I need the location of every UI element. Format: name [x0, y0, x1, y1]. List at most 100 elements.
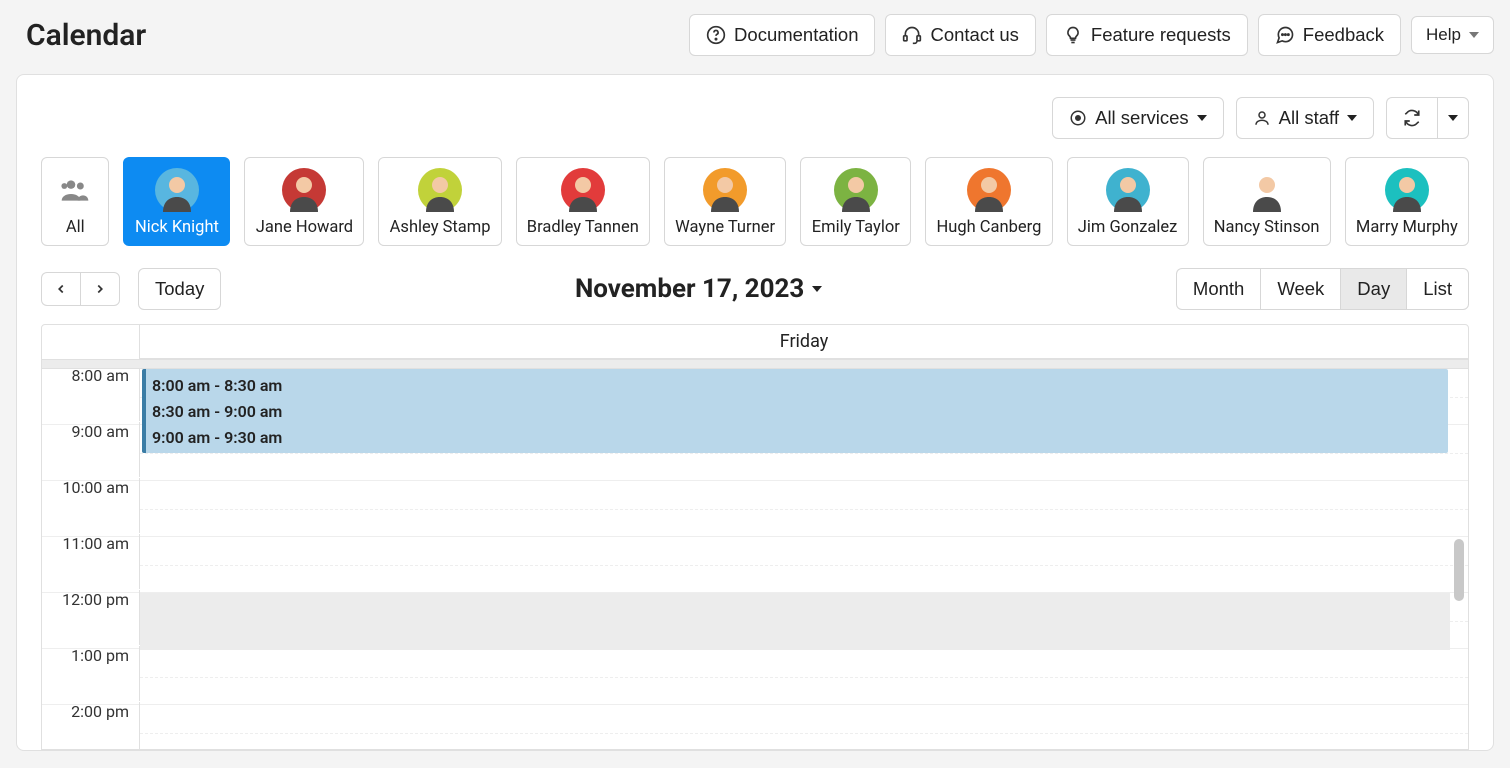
staff-card-marry-murphy[interactable]: Marry Murphy [1345, 157, 1469, 246]
nav-row: Today November 17, 2023 Month Week Day L… [41, 268, 1469, 310]
time-label: 9:00 am [42, 422, 140, 477]
lightbulb-icon [1063, 25, 1083, 45]
filter-row: All services All staff [41, 97, 1469, 139]
staff-card-all[interactable]: All [41, 157, 109, 246]
avatar [967, 168, 1011, 212]
avatar [1245, 168, 1289, 212]
view-week-button[interactable]: Week [1260, 268, 1340, 310]
staff-name: Bradley Tannen [527, 218, 639, 237]
view-switch: Month Week Day List [1176, 268, 1469, 310]
nav-arrows [41, 272, 120, 306]
view-day-button[interactable]: Day [1340, 268, 1406, 310]
avatar [834, 168, 878, 212]
calendar-grid: Friday 8:00 am9:00 am10:00 am11:00 am12:… [41, 324, 1469, 750]
avatar [703, 168, 747, 212]
chevron-left-icon [54, 282, 68, 296]
staff-name: Wayne Turner [675, 218, 775, 237]
help-button[interactable]: Help [1411, 16, 1494, 54]
staff-card-jim-gonzalez[interactable]: Jim Gonzalez [1067, 157, 1189, 246]
event-time-range: 8:00 am - 8:30 am [152, 373, 1442, 399]
view-month-button[interactable]: Month [1176, 268, 1260, 310]
caret-down-icon [812, 286, 822, 292]
staff-name: Nancy Stinson [1214, 218, 1320, 237]
staff-row: AllNick Knight Jane Howard Ashley Stamp Bra… [41, 157, 1469, 246]
prev-button[interactable] [41, 272, 80, 306]
grid-body[interactable]: 8:00 am9:00 am10:00 am11:00 am12:00 pm1:… [42, 369, 1468, 749]
caret-down-icon [1469, 32, 1479, 38]
feedback-button[interactable]: Feedback [1258, 14, 1401, 56]
refresh-split-group [1386, 97, 1469, 139]
event-block[interactable]: 8:00 am - 8:30 am8:30 am - 9:00 am9:00 a… [142, 369, 1448, 453]
staff-card-nick-knight[interactable]: Nick Knight [123, 157, 230, 246]
day-name: Friday [140, 325, 1468, 359]
time-col-header [42, 325, 140, 359]
target-icon [1069, 109, 1087, 127]
chevron-right-icon [93, 282, 107, 296]
time-label: 2:00 pm [42, 702, 140, 749]
staff-card-ashley-stamp[interactable]: Ashley Stamp [378, 157, 501, 246]
refresh-icon [1403, 109, 1421, 127]
nav-left: Today [41, 268, 221, 310]
staff-name: Hugh Canberg [936, 218, 1041, 237]
time-label: 1:00 pm [42, 646, 140, 701]
staff-name: Ashley Stamp [390, 218, 491, 237]
documentation-label: Documentation [734, 24, 858, 46]
help-label: Help [1426, 25, 1461, 45]
caret-down-icon [1347, 115, 1357, 121]
top-actions: Documentation Contact us Feature request… [689, 14, 1494, 56]
staff-card-wayne-turner[interactable]: Wayne Turner [664, 157, 786, 246]
avatar [418, 168, 462, 212]
staff-name: Jim Gonzalez [1078, 218, 1178, 237]
avatar [1385, 168, 1429, 212]
time-label: 10:00 am [42, 478, 140, 533]
view-list-label: List [1423, 278, 1452, 300]
events-layer: 8:00 am - 8:30 am8:30 am - 9:00 am9:00 a… [140, 369, 1450, 749]
time-label: 12:00 pm [42, 590, 140, 645]
page-title: Calendar [26, 18, 146, 53]
feature-label: Feature requests [1091, 24, 1231, 46]
top-bar: Calendar Documentation Contact us Featur… [16, 14, 1494, 56]
staff-filter-button[interactable]: All staff [1236, 97, 1374, 139]
staff-card-jane-howard[interactable]: Jane Howard [244, 157, 364, 246]
contact-button[interactable]: Contact us [885, 14, 1035, 56]
event-time-range: 8:30 am - 9:00 am [152, 399, 1442, 425]
today-button[interactable]: Today [138, 268, 221, 310]
view-week-label: Week [1277, 278, 1324, 300]
headset-icon [902, 25, 922, 45]
time-label: 11:00 am [42, 534, 140, 589]
avatar [561, 168, 605, 212]
staff-name: Marry Murphy [1356, 218, 1458, 237]
event-time-range: 9:00 am - 9:30 am [152, 425, 1442, 451]
staff-name: Emily Taylor [812, 218, 900, 237]
next-button[interactable] [80, 272, 120, 306]
staff-name: Jane Howard [256, 218, 353, 237]
view-month-label: Month [1193, 278, 1244, 300]
users-icon [53, 168, 97, 212]
main-card: All services All staff AllNick Knight Jan… [16, 74, 1494, 751]
avatar [155, 168, 199, 212]
scrollbar-thumb[interactable] [1454, 539, 1464, 601]
feature-button[interactable]: Feature requests [1046, 14, 1248, 56]
today-label: Today [155, 278, 204, 300]
time-label: 8:00 am [42, 369, 140, 421]
refresh-options-button[interactable] [1437, 97, 1469, 139]
staff-card-hugh-canberg[interactable]: Hugh Canberg [925, 157, 1052, 246]
staff-card-emily-taylor[interactable]: Emily Taylor [800, 157, 911, 246]
date-picker[interactable]: November 17, 2023 [575, 274, 822, 304]
chat-icon [1275, 25, 1295, 45]
staff-filter-label: All staff [1279, 107, 1339, 129]
current-date: November 17, 2023 [575, 274, 804, 304]
allday-band [42, 359, 1468, 369]
refresh-button[interactable] [1386, 97, 1437, 139]
caret-down-icon [1197, 115, 1207, 121]
documentation-button[interactable]: Documentation [689, 14, 875, 56]
contact-label: Contact us [930, 24, 1018, 46]
staff-card-bradley-tannen[interactable]: Bradley Tannen [516, 157, 650, 246]
caret-down-icon [1448, 115, 1458, 121]
staff-card-nancy-stinson[interactable]: Nancy Stinson [1203, 157, 1331, 246]
avatar [1106, 168, 1150, 212]
view-list-button[interactable]: List [1406, 268, 1469, 310]
services-filter-button[interactable]: All services [1052, 97, 1224, 139]
feedback-label: Feedback [1303, 24, 1384, 46]
day-header: Friday [42, 325, 1468, 359]
